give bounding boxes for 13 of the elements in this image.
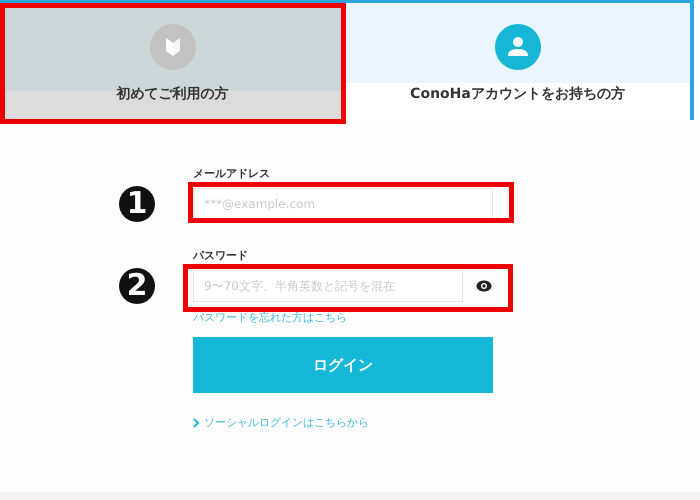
login-button[interactable]: ログイン — [193, 337, 493, 393]
step-number: 2 — [119, 268, 155, 304]
forgot-password-link[interactable]: パスワードを忘れた方はこちら — [193, 310, 523, 330]
step-number: 1 — [119, 186, 155, 222]
tab-label: 初めてご利用の方 — [116, 84, 228, 103]
field-label: メールアドレス — [193, 166, 271, 182]
person-icon — [494, 23, 542, 71]
social-login-link[interactable]: ソーシャルログインはこちらから — [193, 415, 523, 430]
chevron-icon — [193, 418, 200, 428]
field-label: パスワード — [193, 248, 249, 264]
beginner-mark-icon — [148, 23, 196, 71]
eye-icon — [476, 280, 492, 292]
tab-label: ConoHaアカウントをお持ちの方 — [410, 84, 625, 103]
